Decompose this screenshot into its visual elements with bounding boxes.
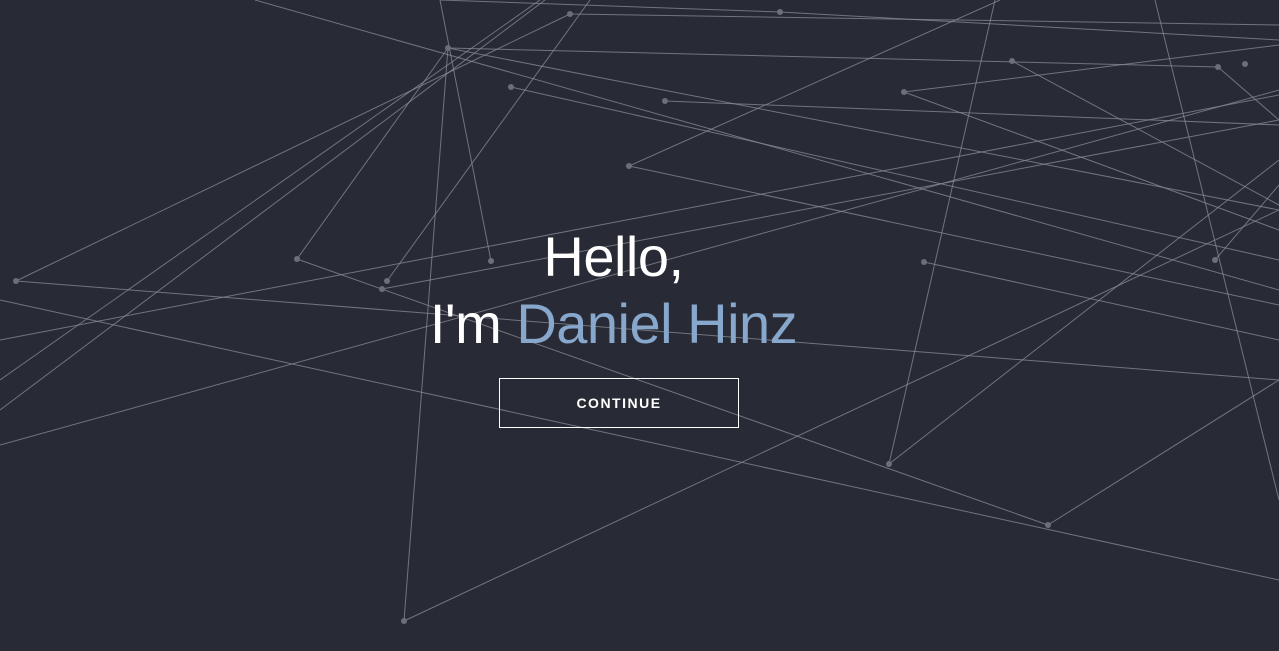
- network-link: [439, 0, 492, 262]
- network-link: [903, 44, 1279, 93]
- network-link: [628, 0, 1001, 167]
- greeting-line-name: I'm Daniel Hinz: [0, 292, 1227, 356]
- network-node: [1009, 58, 1015, 64]
- network-node: [401, 618, 407, 624]
- network-link: [447, 47, 1219, 68]
- network-link: [903, 91, 1279, 231]
- network-node: [901, 89, 907, 95]
- network-link: [1047, 379, 1279, 526]
- network-node: [1045, 522, 1051, 528]
- network-link: [569, 13, 1279, 26]
- network-node: [1242, 61, 1248, 67]
- network-node: [626, 163, 632, 169]
- network-node: [567, 11, 573, 17]
- continue-button[interactable]: CONTINUE: [499, 378, 739, 428]
- network-link: [779, 11, 1279, 41]
- network-node: [1215, 64, 1221, 70]
- hero-section: Hello, I'm Daniel Hinz CONTINUE: [0, 0, 1279, 651]
- network-node: [445, 45, 451, 51]
- greeting-line-hello: Hello,: [543, 225, 684, 288]
- network-node: [886, 461, 892, 467]
- greeting-prefix: I'm: [429, 292, 517, 355]
- network-node: [777, 9, 783, 15]
- network-link: [439, 0, 781, 13]
- network-node: [508, 84, 514, 90]
- network-link: [447, 47, 1279, 211]
- name-highlight: Daniel Hinz: [516, 292, 798, 355]
- network-node: [662, 98, 668, 104]
- network-link: [1217, 66, 1279, 121]
- network-link: [1011, 60, 1279, 206]
